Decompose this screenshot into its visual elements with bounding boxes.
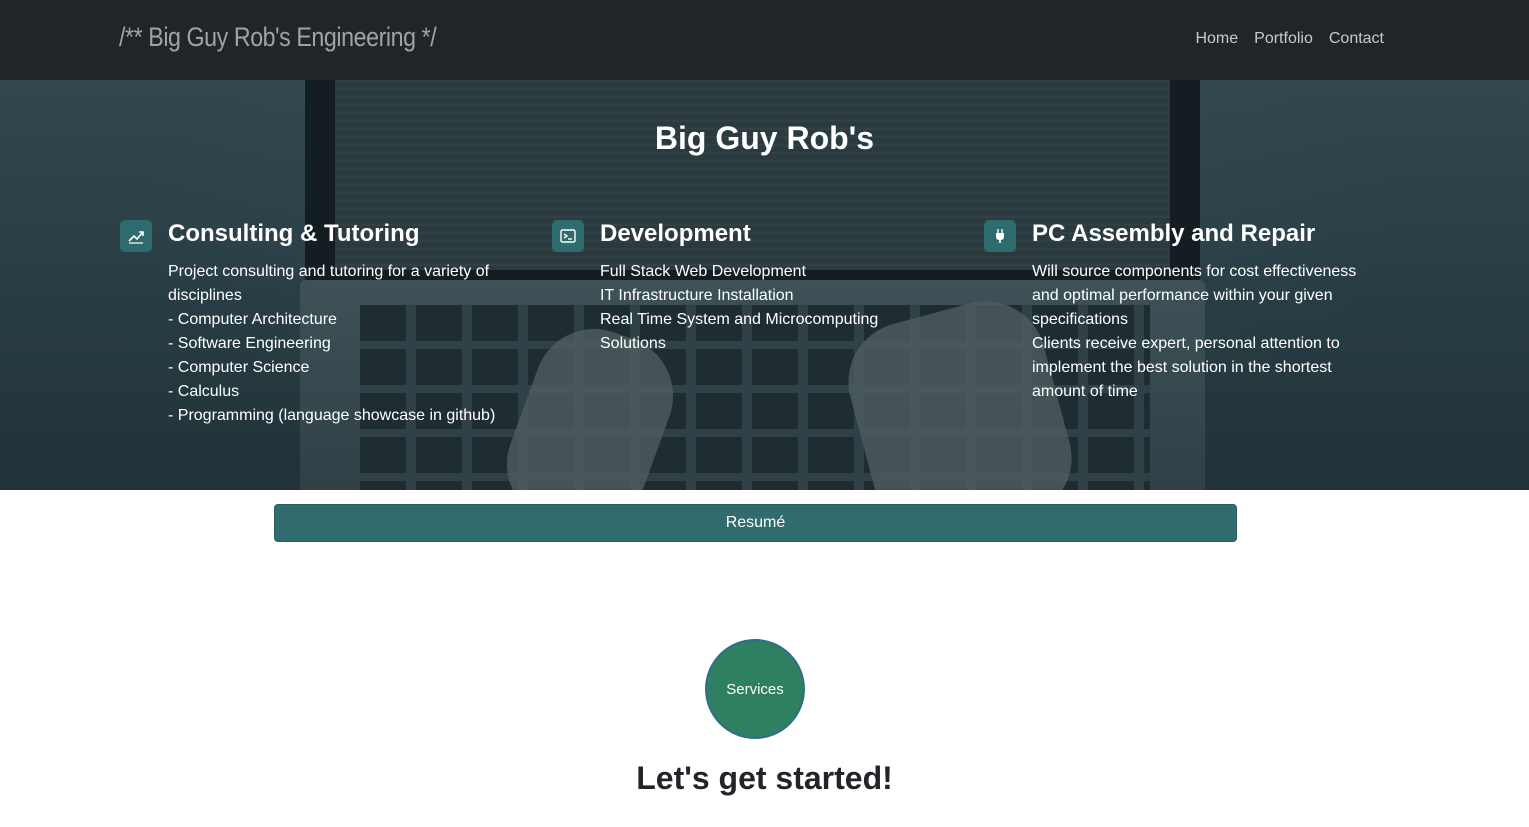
hero-title: Big Guy Rob's (654, 120, 875, 156)
feature-line: - Calculus (168, 383, 240, 400)
feature-description: Will source components for cost effectiv… (1032, 260, 1372, 404)
feature-line: Real Time System and Microcomputing Solu… (600, 311, 879, 352)
feature-description: Project consulting and tutoring for a va… (168, 260, 508, 428)
feature-line: Full Stack Web Development (600, 263, 807, 280)
feature-line: - Computer Science (168, 359, 310, 376)
feature-title: PC Assembly and Repair (1032, 220, 1316, 247)
feature-title: Consulting & Tutoring (168, 220, 420, 247)
feature-line: IT Infrastructure Installation (600, 287, 794, 304)
cta-heading: Let's get started! (636, 760, 893, 796)
feature-description: Full Stack Web Development IT Infrastruc… (600, 260, 890, 356)
nav-link-portfolio[interactable]: Portfolio (1254, 30, 1313, 48)
nav-link-contact[interactable]: Contact (1329, 30, 1384, 48)
feature-line: Will source components for cost effectiv… (1032, 263, 1357, 328)
navbar: /** Big Guy Rob's Engineering */ Home Po… (0, 0, 1529, 80)
hero-section: Big Guy Rob's Consulting & Tutoring Proj… (0, 80, 1529, 490)
feature-title: Development (600, 220, 751, 247)
chart-line-icon (120, 220, 152, 252)
feature-line: Project consulting and tutoring for a va… (168, 263, 490, 304)
feature-line: - Programming (language showcase in gith… (168, 407, 496, 424)
feature-line: - Software Engineering (168, 335, 331, 352)
nav-link-home[interactable]: Home (1195, 30, 1238, 48)
feature-line: - Computer Architecture (168, 311, 337, 328)
feature-line: Clients receive expert, personal attenti… (1032, 335, 1340, 400)
resume-button[interactable]: Resumé (274, 504, 1237, 542)
terminal-icon (552, 220, 584, 252)
plug-icon (984, 220, 1016, 252)
nav-links: Home Portfolio Contact (1195, 30, 1384, 48)
brand-logo[interactable]: /** Big Guy Rob's Engineering */ (119, 22, 437, 53)
services-button[interactable]: Services (705, 639, 805, 739)
